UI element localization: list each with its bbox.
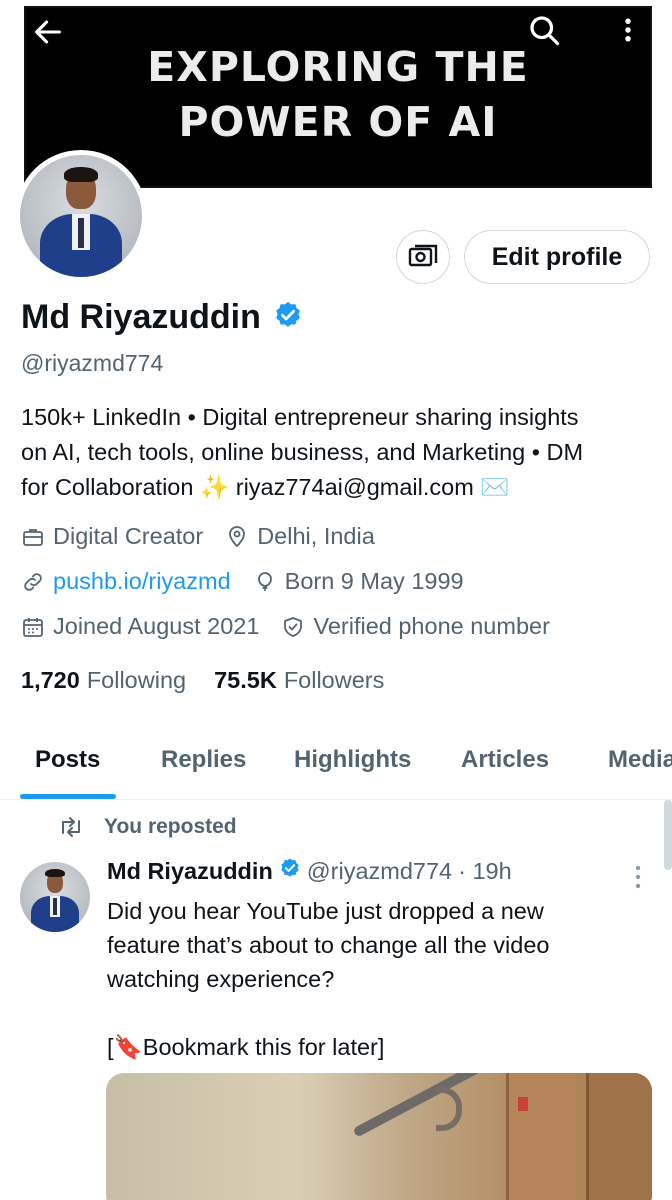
category-text: Digital Creator [53,523,204,549]
following-stat[interactable]: 1,720 Following [21,667,186,694]
tab-highlights[interactable]: Highlights [294,746,411,774]
profile-joined: Joined August 2021 [21,613,259,640]
verified-badge-icon[interactable] [273,300,303,335]
following-label: Following [86,667,187,693]
bio-line-3: for Collaboration ✨ riyaz774ai@gmail.com… [21,474,510,500]
tweet-text: Did you hear YouTube just dropped a new … [107,894,647,996]
repost-label: You reposted [104,815,237,838]
tweet-bookmark-line: [🔖Bookmark this for later] [107,1034,385,1060]
birthday-text: Born 9 May 1999 [284,568,464,594]
location-pin-icon [229,525,246,547]
tweet-header: Md Riyazuddin @riyazmd774 · 19h [107,857,512,885]
active-tab-indicator [20,794,116,799]
followers-label: Followers [283,667,385,693]
tab-posts[interactable]: Posts [35,746,100,774]
tab-media[interactable]: Media [608,746,672,774]
profile-location: Delhi, India [225,523,375,550]
profile-verified-phone[interactable]: Verified phone number [281,613,550,640]
calendar-icon [23,617,43,637]
bio-line-1: 150k+ LinkedIn • Digital entrepreneur sh… [21,404,579,430]
repost-indicator: You reposted [58,815,237,839]
tweet-media-image[interactable] [106,1073,652,1200]
verified-badge-icon [279,857,301,885]
briefcase-icon [23,528,43,546]
edit-profile-button[interactable]: Edit profile [464,230,650,284]
arrow-left-icon[interactable] [26,10,70,54]
verified-phone-text: Verified phone number [313,613,550,639]
shield-check-icon [284,616,303,637]
profile-bio: 150k+ LinkedIn • Digital entrepreneur sh… [21,400,656,505]
link-icon [24,572,42,591]
following-count: 1,720 [21,667,80,693]
tweet-line-1: Did you hear YouTube just dropped a new [107,898,544,924]
profile-name-row: Md Riyazuddin [21,298,303,337]
profile-tabs: Posts Replies Highlights Articles Media [0,728,672,800]
repost-icon [62,817,80,837]
profile-website[interactable]: pushb.io/riyazmd [21,568,231,595]
website-link[interactable]: pushb.io/riyazmd [53,568,231,595]
camera-button[interactable] [396,230,450,284]
location-text: Delhi, India [257,523,375,549]
tweet-time: · 19h [458,857,512,884]
tab-replies[interactable]: Replies [161,746,246,774]
bio-line-2: on AI, tech tools, online business, and … [21,439,584,465]
tweet-avatar[interactable] [20,862,90,932]
meta-row-3: Joined August 2021 Verified phone number [21,613,572,640]
search-icon[interactable] [522,8,566,52]
tweet-line-3: watching experience? [107,966,335,992]
banner-line-2: POWER OF AI [178,98,498,146]
more-vertical-icon[interactable] [606,8,650,52]
followers-count: 75.5K [214,667,277,693]
followers-stat[interactable]: 75.5K Followers [214,667,384,694]
camera-icon [408,244,438,267]
banner-text: EXPLORING THE POWER OF AI [26,40,650,150]
joined-text: Joined August 2021 [53,613,260,639]
meta-row-1: Digital Creator Delhi, India [21,523,397,550]
profile-birthday: Born 9 May 1999 [253,568,464,595]
follow-stats: 1,720 Following 75.5K Followers [21,667,412,694]
tweet-author-handle[interactable]: @riyazmd774 [307,858,452,885]
tweet-author-name[interactable]: Md Riyazuddin [107,858,273,885]
tweet-line-2: feature that’s about to change all the v… [107,932,550,958]
tab-articles[interactable]: Articles [461,746,549,774]
scrollbar[interactable] [664,800,672,870]
profile-category: Digital Creator [21,523,203,550]
meta-row-2: pushb.io/riyazmd Born 9 May 1999 [21,568,486,595]
tweet-more-icon[interactable] [628,862,648,897]
balloon-icon [257,571,272,591]
profile-avatar[interactable] [15,150,147,282]
profile-handle: @riyazmd774 [21,350,164,376]
profile-name: Md Riyazuddin [21,298,261,336]
